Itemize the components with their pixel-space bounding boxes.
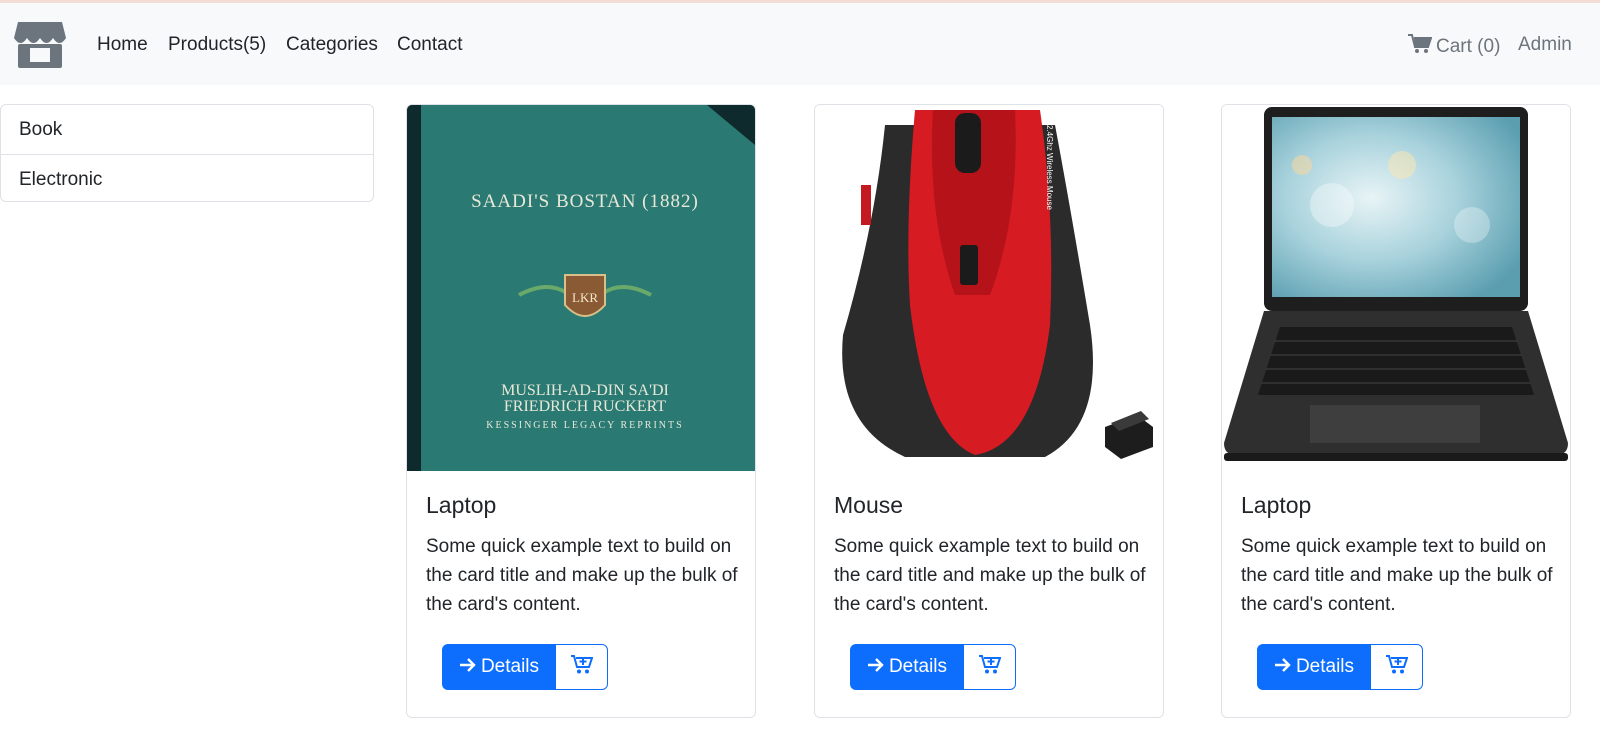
details-button[interactable]: Details <box>850 644 964 690</box>
cart-plus-icon <box>570 654 593 680</box>
card-text: Some quick example text to build on the … <box>834 536 1146 615</box>
nav-categories-link[interactable]: Categories <box>286 34 378 56</box>
cart-plus-icon <box>1385 654 1408 680</box>
svg-text:LKR: LKR <box>572 290 598 305</box>
svg-text:KESSINGER LEGACY REPRINTS: KESSINGER LEGACY REPRINTS <box>486 420 683 431</box>
cart-icon <box>1408 34 1433 54</box>
category-item-book[interactable]: Book <box>1 105 373 154</box>
product-card: 2.4Ghz Wireless Mouse Mouse Some quick e… <box>814 104 1164 718</box>
details-label: Details <box>888 656 948 677</box>
cart-plus-icon <box>978 654 1001 680</box>
svg-text:SAADI'S BOSTAN (1882): SAADI'S BOSTAN (1882) <box>471 191 699 212</box>
cart-label: Cart (0) <box>1436 36 1501 57</box>
store-icon[interactable] <box>14 18 66 70</box>
arrow-right-icon <box>867 645 885 672</box>
svg-text:2.4Ghz Wireless Mouse: 2.4Ghz Wireless Mouse <box>1045 125 1054 210</box>
svg-text:FRIEDRICH RUCKERT: FRIEDRICH RUCKERT <box>504 398 666 415</box>
category-item-electronic[interactable]: Electronic <box>1 154 373 203</box>
details-label: Details <box>1295 656 1355 677</box>
nav-contact-link[interactable]: Contact <box>397 34 462 56</box>
card-text: Some quick example text to build on the … <box>426 536 738 615</box>
product-image-mouse: 2.4Ghz Wireless Mouse <box>815 105 1163 471</box>
category-list: Book Electronic <box>0 104 374 202</box>
nav-home-link[interactable]: Home <box>97 34 148 56</box>
card-text: Some quick example text to build on the … <box>1241 536 1553 615</box>
product-card: Laptop Some quick example text to build … <box>1221 104 1571 718</box>
nav-admin-link[interactable]: Admin <box>1518 34 1572 56</box>
details-button[interactable]: Details <box>442 644 556 690</box>
add-to-cart-button[interactable] <box>1370 644 1423 690</box>
navbar: Home Products(5) Categories Contact Cart… <box>0 3 1600 85</box>
add-to-cart-button[interactable] <box>963 644 1016 690</box>
nav-products-link[interactable]: Products(5) <box>168 34 266 56</box>
product-image-book-cover: SAADI'S BOSTAN (1882) LKR MUSLIH-AD-DIN … <box>407 105 755 471</box>
nav-cart-link[interactable]: Cart (0) <box>1408 34 1500 58</box>
svg-text:MUSLIH-AD-DIN SA'DI: MUSLIH-AD-DIN SA'DI <box>501 382 669 399</box>
card-title: Laptop <box>426 492 497 518</box>
arrow-right-icon <box>459 645 477 672</box>
product-image-laptop <box>1222 105 1570 471</box>
product-card: SAADI'S BOSTAN (1882) LKR MUSLIH-AD-DIN … <box>406 104 756 718</box>
details-label: Details <box>480 656 540 677</box>
add-to-cart-button[interactable] <box>555 644 608 690</box>
card-title: Laptop <box>1241 492 1312 518</box>
arrow-right-icon <box>1274 645 1292 672</box>
card-title: Mouse <box>834 492 904 518</box>
details-button[interactable]: Details <box>1257 644 1371 690</box>
